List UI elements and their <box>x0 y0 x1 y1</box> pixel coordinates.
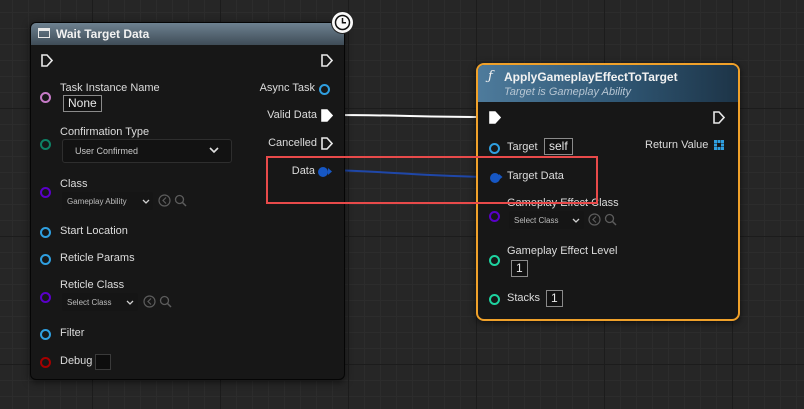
reticle-class-label: Reticle Class <box>60 279 125 291</box>
target-field[interactable]: self <box>544 138 573 155</box>
array-icon[interactable] <box>714 140 724 150</box>
class-pin[interactable] <box>40 187 51 198</box>
exec-out-pin-icon[interactable] <box>713 111 725 124</box>
gameplay-effect-level-label: Gameplay Effect Level <box>507 245 618 257</box>
node-title: Wait Target Data <box>56 27 150 41</box>
search-icon[interactable] <box>159 295 172 308</box>
filter-label: Filter <box>60 327 85 339</box>
confirmation-type-value: User Confirmed <box>75 146 139 156</box>
reticle-params-label: Reticle Params <box>60 252 135 264</box>
browse-icon[interactable] <box>158 194 171 207</box>
target-pin[interactable] <box>489 143 500 154</box>
gameplay-effect-class-pin[interactable] <box>489 211 500 222</box>
filter-pin[interactable] <box>40 329 51 340</box>
class-picker[interactable]: Gameplay Ability <box>62 192 153 210</box>
start-location-pin[interactable] <box>40 227 51 238</box>
task-instance-name-pin[interactable] <box>40 92 51 103</box>
cancelled-label: Cancelled <box>268 137 317 149</box>
exec-wire[interactable] <box>331 114 491 118</box>
chevron-down-icon <box>142 199 150 204</box>
stacks-field[interactable]: 1 <box>546 290 563 307</box>
chevron-down-icon <box>209 147 219 154</box>
gameplay-effect-level-field[interactable]: 1 <box>511 260 528 277</box>
node-header[interactable]: ƒ ApplyGameplayEffectToTarget Target is … <box>478 65 738 102</box>
confirmation-type-pin[interactable] <box>40 139 51 150</box>
return-value-label: Return Value <box>645 139 709 151</box>
target-label: Target <box>507 141 538 153</box>
cancelled-exec-pin-icon[interactable] <box>321 137 333 150</box>
browse-icon[interactable] <box>588 213 601 226</box>
reticle-params-pin[interactable] <box>40 254 51 265</box>
stacks-pin[interactable] <box>489 294 500 305</box>
confirmation-type-dropdown[interactable]: User Confirmed <box>62 139 232 163</box>
exec-in-pin-icon[interactable] <box>41 54 53 67</box>
window-icon <box>38 28 50 38</box>
async-task-label: Async Task <box>259 82 315 94</box>
valid-data-exec-pin-icon[interactable] <box>321 109 333 122</box>
chevron-down-icon <box>126 300 134 305</box>
search-icon[interactable] <box>174 194 187 207</box>
gameplay-effect-level-pin[interactable] <box>489 255 500 266</box>
class-picker-value: Gameplay Ability <box>67 197 127 206</box>
stacks-label: Stacks <box>507 292 541 304</box>
search-icon[interactable] <box>604 213 617 226</box>
reticle-class-picker[interactable]: Select Class <box>62 293 138 311</box>
debug-pin[interactable] <box>40 357 51 368</box>
debug-checkbox[interactable] <box>95 354 111 370</box>
debug-label: Debug <box>60 355 93 367</box>
confirmation-type-label: Confirmation Type <box>60 126 150 138</box>
reticle-class-picker-value: Select Class <box>67 298 112 307</box>
browse-icon[interactable] <box>143 295 156 308</box>
exec-in-pin-icon[interactable] <box>489 111 501 124</box>
highlight-box <box>266 156 598 204</box>
class-label: Class <box>60 178 88 190</box>
node-header[interactable]: Wait Target Data <box>31 23 344 45</box>
function-icon: ƒ <box>488 69 493 84</box>
gameplay-effect-class-value: Select Class <box>514 216 559 225</box>
valid-data-label: Valid Data <box>267 109 317 121</box>
task-instance-name-field[interactable]: None <box>63 95 102 112</box>
async-task-pin[interactable] <box>319 84 330 95</box>
node-subtitle: Target is Gameplay Ability <box>504 86 631 98</box>
reticle-class-pin[interactable] <box>40 292 51 303</box>
latent-clock-icon <box>331 11 354 34</box>
chevron-down-icon <box>572 218 580 223</box>
gameplay-effect-class-picker[interactable]: Select Class <box>509 211 584 229</box>
exec-out-pin-icon[interactable] <box>321 54 333 67</box>
node-title: ApplyGameplayEffectToTarget <box>504 70 678 84</box>
task-instance-name-label: Task Instance Name <box>60 82 160 94</box>
start-location-label: Start Location <box>60 225 128 237</box>
